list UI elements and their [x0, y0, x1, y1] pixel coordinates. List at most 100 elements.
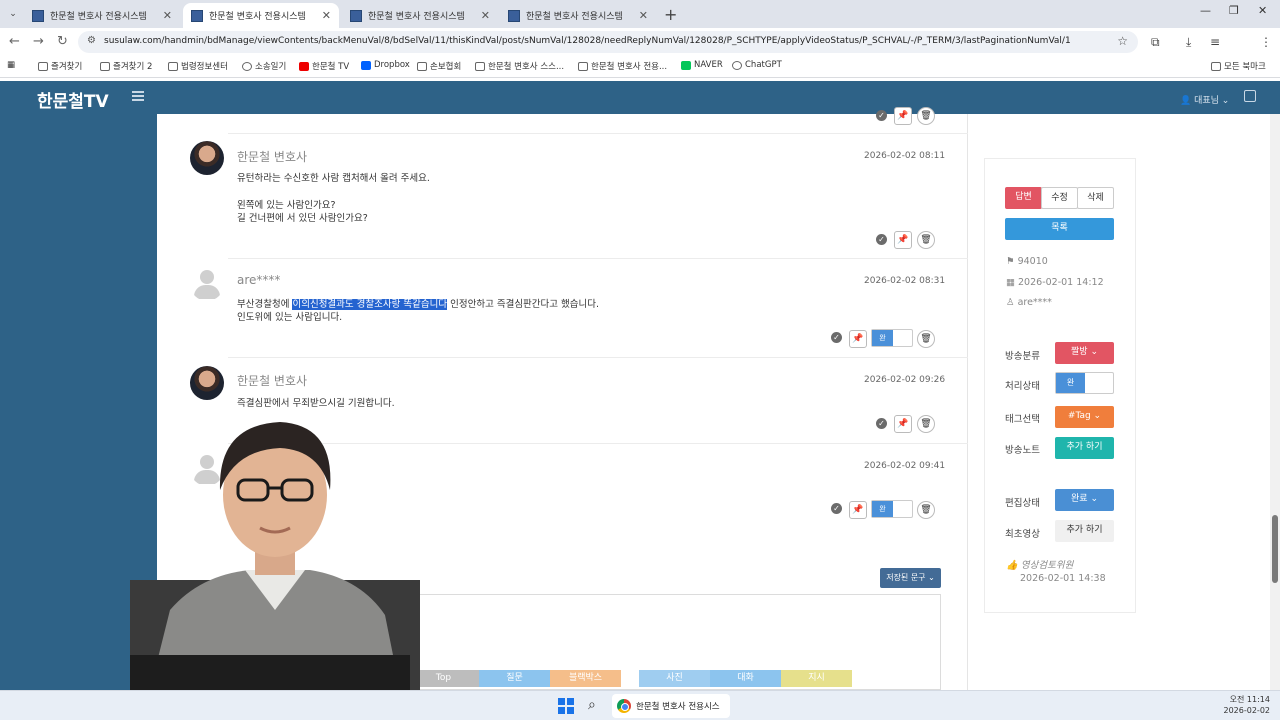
- tag-select[interactable]: #Tag ⌄: [1055, 406, 1114, 428]
- site-favicon-icon: [508, 9, 520, 22]
- url-field[interactable]: ⚙ susulaw.com/handmin/bdManage/viewConte…: [78, 31, 1138, 53]
- browser-tab[interactable]: 한문철 변호사 전용시스템 ✕: [342, 3, 498, 28]
- pin-button[interactable]: 📌: [894, 107, 912, 125]
- status-toggle[interactable]: 완: [871, 500, 913, 518]
- comment-author: 한문철 변호사: [237, 150, 308, 164]
- site-info-icon[interactable]: ⚙: [87, 35, 96, 46]
- pin-button[interactable]: 📌: [849, 501, 867, 519]
- system-clock[interactable]: 오전 11:14 2026-02-02: [1222, 694, 1271, 716]
- comment-text: 왼쪽에 있는 사람인가요?: [237, 200, 336, 211]
- comment-date: 2026-02-02 09:26: [864, 375, 946, 385]
- download-icon[interactable]: ⤓: [1186, 35, 1191, 50]
- app-logo[interactable]: 한문철TV: [37, 87, 109, 112]
- quick-button-question[interactable]: 질문: [479, 670, 550, 687]
- check-circle-icon[interactable]: ✓: [831, 503, 842, 514]
- youtube-icon: [299, 61, 309, 71]
- delete-icon[interactable]: 🗑: [917, 231, 935, 249]
- bookmark-label: 한문철 TV: [312, 62, 350, 72]
- scrollbar-track[interactable]: [1270, 114, 1280, 690]
- pin-button[interactable]: 📌: [849, 330, 867, 348]
- reading-list-icon[interactable]: ≡: [1210, 35, 1220, 49]
- windows-start-icon[interactable]: [558, 698, 574, 714]
- taskbar-search-icon[interactable]: ⌕: [588, 697, 596, 713]
- quick-button-blackbox[interactable]: 블랙박스: [550, 670, 621, 687]
- comment-separator: [228, 357, 968, 358]
- note-add-button[interactable]: 추가 하기: [1055, 437, 1114, 459]
- bookmark-item[interactable]: 한문철 변호사 전용...: [578, 60, 667, 72]
- bookmark-item[interactable]: 손보협회: [417, 60, 461, 72]
- browser-tab-active[interactable]: 한문철 변호사 전용시스템 ✕: [183, 3, 339, 28]
- check-circle-icon[interactable]: ✓: [876, 234, 887, 245]
- taskbar-chrome-app[interactable]: 한문철 변호사 전용시스: [612, 694, 730, 718]
- original-video-add-button[interactable]: 추가 하기: [1055, 520, 1114, 542]
- bookmark-item[interactable]: 즐겨찾기 2: [100, 60, 152, 72]
- bookmark-item[interactable]: ChatGPT: [732, 60, 782, 70]
- edit-button[interactable]: 수정: [1041, 187, 1078, 209]
- status-toggle[interactable]: 완: [871, 329, 913, 347]
- pin-button[interactable]: 📌: [894, 415, 912, 433]
- check-circle-icon[interactable]: ✓: [831, 332, 842, 343]
- browser-tab[interactable]: 한문철 변호사 전용시스템 ✕: [24, 3, 180, 28]
- close-tab-icon[interactable]: ✕: [639, 9, 648, 22]
- bookmark-item[interactable]: 즐겨찾기: [38, 60, 82, 72]
- delete-button[interactable]: 삭제: [1077, 187, 1114, 209]
- bookmark-label: 소송일기: [255, 62, 287, 72]
- delete-icon[interactable]: 🗑: [917, 330, 935, 348]
- comment-author: 한문철 변호사: [237, 374, 308, 388]
- bookmark-item[interactable]: Dropbox: [361, 60, 410, 70]
- bookmark-label: 손보협회: [430, 62, 462, 72]
- broadcast-category-select[interactable]: 짤방 ⌄: [1055, 342, 1114, 364]
- new-tab-button[interactable]: +: [664, 5, 677, 24]
- flag-icon: ⚑: [1006, 256, 1015, 267]
- saved-phrases-button[interactable]: 저장된 문구 ⌄: [880, 568, 941, 588]
- broadcast-category-value: 짤방: [1071, 347, 1088, 357]
- bookmark-item[interactable]: 법령정보센터: [168, 60, 228, 72]
- original-video-label: 최초영상: [1005, 529, 1040, 540]
- restore-icon[interactable]: ❐: [1229, 4, 1239, 17]
- forward-icon[interactable]: →: [33, 34, 44, 49]
- all-bookmarks[interactable]: 모든 북마크: [1211, 60, 1266, 72]
- bookmark-label: 즐겨찾기: [51, 62, 83, 72]
- bookmark-item[interactable]: NAVER: [681, 60, 723, 70]
- close-window-icon[interactable]: ✕: [1258, 4, 1267, 17]
- bookmark-item[interactable]: 한문철 TV: [299, 60, 349, 72]
- list-button[interactable]: 목록: [1005, 218, 1114, 240]
- tab-search-dropdown-icon[interactable]: ⌄: [4, 5, 22, 23]
- extensions-icon[interactable]: ⧉: [1151, 35, 1160, 50]
- scrollbar-thumb[interactable]: [1272, 515, 1278, 583]
- browser-menu-icon[interactable]: ⋮: [1260, 35, 1272, 49]
- close-tab-icon[interactable]: ✕: [481, 9, 490, 22]
- minimize-icon[interactable]: —: [1200, 4, 1211, 17]
- site-icon: [578, 61, 588, 71]
- quick-button-chat[interactable]: 대화: [710, 670, 781, 687]
- delete-icon[interactable]: 🗑: [917, 107, 935, 125]
- bookmark-star-icon[interactable]: ☆: [1117, 34, 1128, 48]
- check-circle-icon[interactable]: ✓: [876, 110, 887, 121]
- post-number-value: 94010: [1017, 256, 1048, 267]
- browser-tab[interactable]: 한문철 변호사 전용시스템 ✕: [500, 3, 656, 28]
- back-icon[interactable]: ←: [9, 34, 20, 49]
- edit-status-select[interactable]: 완료 ⌄: [1055, 489, 1114, 511]
- delete-icon[interactable]: 🗑: [917, 501, 935, 519]
- comment-text-part: 인정안하고 즉결심판간다고 했습니다.: [447, 299, 600, 310]
- browser-tab-bar: ⌄ 한문철 변호사 전용시스템 ✕ 한문철 변호사 전용시스템 ✕ 한문철 변호…: [0, 0, 1280, 28]
- bookmark-item[interactable]: 한문철 변호사 스스...: [475, 60, 564, 72]
- apps-grid-icon[interactable]: ▦: [7, 60, 15, 70]
- bookmark-item[interactable]: 소송일기: [242, 60, 286, 72]
- user-menu[interactable]: 👤 대표님 ⌄: [1180, 93, 1229, 106]
- quick-button-instruction[interactable]: 지시: [781, 670, 852, 687]
- comment-date: 2026-02-02 08:31: [864, 276, 946, 286]
- close-tab-icon[interactable]: ✕: [322, 9, 331, 22]
- reply-button[interactable]: 답변: [1005, 187, 1042, 209]
- delete-icon[interactable]: 🗑: [917, 415, 935, 433]
- close-tab-icon[interactable]: ✕: [163, 9, 172, 22]
- check-circle-icon[interactable]: ✓: [876, 418, 887, 429]
- pin-button[interactable]: 📌: [894, 231, 912, 249]
- menu-toggle-icon[interactable]: [132, 91, 144, 101]
- reload-icon[interactable]: ↻: [57, 34, 68, 49]
- tab-title: 한문철 변호사 전용시스템: [368, 12, 465, 22]
- address-bar-row: ← → ↻ ⚙ susulaw.com/handmin/bdManage/vie…: [0, 28, 1280, 77]
- status-toggle[interactable]: 완: [1055, 372, 1114, 394]
- quick-button-photo[interactable]: 사진: [639, 670, 710, 687]
- logout-icon[interactable]: [1244, 90, 1256, 102]
